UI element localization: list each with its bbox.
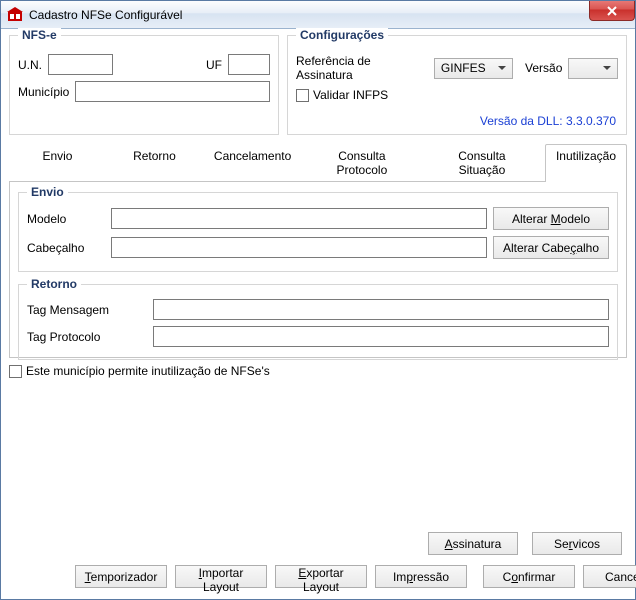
tab-retorno[interactable]: Retorno bbox=[106, 144, 203, 182]
versao-combo[interactable] bbox=[568, 58, 618, 79]
cabecalho-input[interactable] bbox=[111, 237, 487, 258]
uf-input[interactable] bbox=[228, 54, 270, 75]
exportar-layout-button[interactable]: Exportar Layout bbox=[275, 565, 367, 588]
un-label: U.N. bbox=[18, 58, 42, 72]
tab-envio[interactable]: Envio bbox=[9, 144, 106, 182]
window-title: Cadastro NFSe Configurável bbox=[29, 8, 182, 22]
permit-checkbox[interactable]: Este município permite inutilização de N… bbox=[9, 364, 270, 378]
validar-label: Validar INFPS bbox=[313, 88, 388, 102]
modelo-label: Modelo bbox=[27, 212, 105, 226]
permit-label: Este município permite inutilização de N… bbox=[26, 364, 270, 378]
nfse-legend: NFS-e bbox=[18, 28, 61, 42]
tab-consulta-protocolo[interactable]: Consulta Protocolo bbox=[301, 144, 423, 182]
temporizador-button[interactable]: Temporizador bbox=[75, 565, 167, 588]
envio-legend: Envio bbox=[27, 185, 68, 199]
uf-label: UF bbox=[206, 58, 222, 72]
envio-group: Envio Modelo Alterar Modelo Cabeçalho Al… bbox=[18, 192, 618, 272]
cancelar-button[interactable]: Cancelar bbox=[583, 565, 636, 588]
checkbox-box-icon bbox=[9, 365, 22, 378]
alterar-modelo-button[interactable]: Alterar Modelo bbox=[493, 207, 609, 230]
nfse-group: NFS-e U.N. UF Município bbox=[9, 35, 279, 135]
tab-page-inutilizacao: Envio Modelo Alterar Modelo Cabeçalho Al… bbox=[9, 182, 627, 358]
confirmar-button[interactable]: Confirmar bbox=[483, 565, 575, 588]
tag-msg-input[interactable] bbox=[153, 299, 609, 320]
tabstrip: Envio Retorno Cancelamento Consulta Prot… bbox=[9, 143, 627, 182]
retorno-group: Retorno Tag Mensagem Tag Protocolo bbox=[18, 284, 618, 360]
ref-combo[interactable]: GINFES bbox=[434, 58, 513, 79]
modelo-input[interactable] bbox=[111, 208, 487, 229]
ref-label: Referência de Assinatura bbox=[296, 54, 428, 82]
config-legend: Configurações bbox=[296, 28, 388, 42]
retorno-legend: Retorno bbox=[27, 277, 81, 291]
impressao-button[interactable]: Impressão bbox=[375, 565, 467, 588]
tab-inutilizacao[interactable]: Inutilização bbox=[545, 144, 627, 182]
tab-cancelamento[interactable]: Cancelamento bbox=[203, 144, 301, 182]
importar-layout-button[interactable]: Importar Layout bbox=[175, 565, 267, 588]
alterar-cabecalho-button[interactable]: Alterar Cabeçalho bbox=[493, 236, 609, 259]
config-group: Configurações Referência de Assinatura G… bbox=[287, 35, 627, 135]
tag-proto-input[interactable] bbox=[153, 326, 609, 347]
versao-label: Versão bbox=[525, 61, 562, 75]
assinatura-button[interactable]: Assinatura bbox=[428, 532, 518, 555]
checkbox-box-icon bbox=[296, 89, 309, 102]
ref-combo-value: GINFES bbox=[441, 61, 486, 75]
un-input[interactable] bbox=[48, 54, 113, 75]
titlebar: Cadastro NFSe Configurável bbox=[1, 1, 635, 29]
cabecalho-label: Cabeçalho bbox=[27, 241, 105, 255]
dll-version-label: Versão da DLL: 3.3.0.370 bbox=[480, 114, 616, 128]
tag-msg-label: Tag Mensagem bbox=[27, 303, 147, 317]
validar-checkbox[interactable]: Validar INFPS bbox=[296, 88, 388, 102]
tab-consulta-situacao[interactable]: Consulta Situação bbox=[423, 144, 541, 182]
app-icon bbox=[7, 7, 23, 23]
tag-proto-label: Tag Protocolo bbox=[27, 330, 147, 344]
municipio-label: Município bbox=[18, 85, 69, 99]
municipio-input[interactable] bbox=[75, 81, 270, 102]
servicos-button[interactable]: Servicos bbox=[532, 532, 622, 555]
close-button[interactable] bbox=[589, 1, 635, 21]
